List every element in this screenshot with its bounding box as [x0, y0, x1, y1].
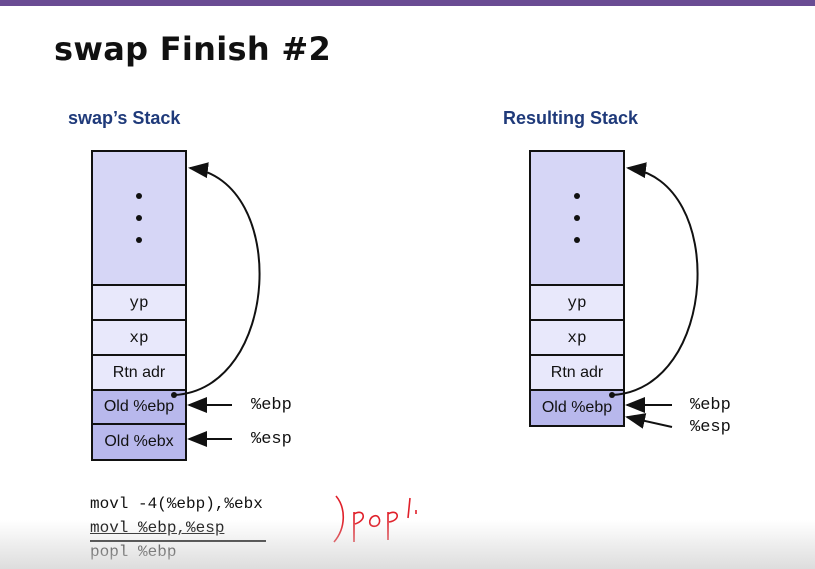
handwriting-svg: [333, 495, 417, 543]
right-link-origin-dot: [609, 392, 615, 398]
handwritten-popl-annotation: [330, 490, 430, 555]
code-separator-rule: [90, 540, 266, 542]
right-frame-link-arrow: [611, 162, 699, 396]
left-frame-link-arrow: [173, 162, 261, 396]
code-line-1: movl -4(%ebp),%ebx: [90, 495, 263, 513]
code-line-3: popl %ebp: [90, 543, 177, 561]
right-esp-arrow: [625, 413, 673, 429]
arrows-overlay: [171, 162, 699, 447]
code-line-2: movl %ebp,%esp: [90, 519, 225, 537]
assembly-code: movl -4(%ebp),%ebx movl %ebp,%esp popl %…: [90, 492, 263, 564]
left-link-origin-dot: [171, 392, 177, 398]
